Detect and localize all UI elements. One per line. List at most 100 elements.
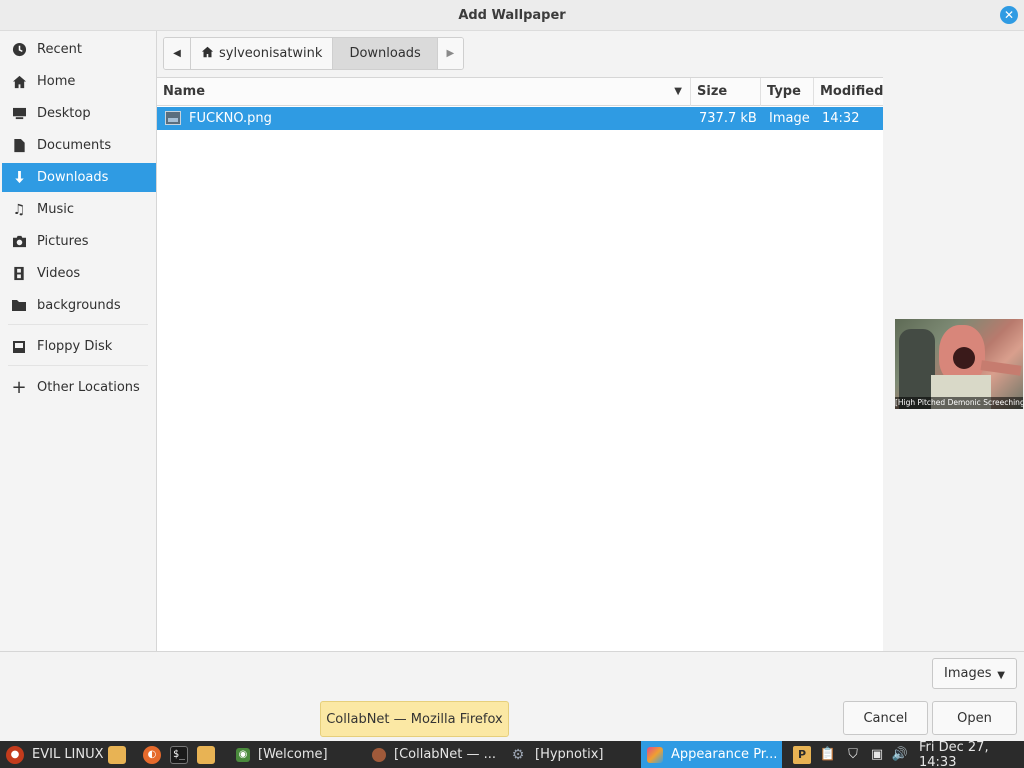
sidebar-item-label: Documents (37, 138, 112, 153)
sidebar-item-videos[interactable]: Videos (2, 259, 156, 288)
appearance-icon (647, 746, 663, 763)
column-header-modified[interactable]: Modified (814, 78, 883, 106)
sidebar-item-label: Videos (37, 266, 81, 281)
places-sidebar: Recent Home Desktop Documents Downloads … (0, 31, 157, 651)
notification-icon: ▣ (870, 747, 884, 762)
launcher-terminal[interactable]: $_ (170, 741, 188, 768)
chevron-left-icon: ◀ (173, 48, 181, 59)
file-type-filter[interactable]: Images ▼ (932, 658, 1017, 689)
sidebar-item-label: Desktop (37, 106, 91, 121)
sidebar-separator (8, 324, 148, 325)
taskbar-task-appearance[interactable]: Appearance Pr... (641, 741, 782, 768)
sidebar-item-downloads[interactable]: Downloads (2, 163, 156, 192)
chevron-down-icon: ▼ (997, 670, 1005, 681)
download-icon (10, 170, 28, 186)
path-segment-current[interactable]: Downloads (332, 38, 437, 69)
image-file-icon (165, 111, 181, 125)
tray-clock[interactable]: Fri Dec 27, 14:33 (919, 739, 1024, 768)
tray-p-icon[interactable]: P (793, 741, 811, 768)
sidebar-item-label: Pictures (37, 234, 89, 249)
launcher-folder[interactable] (108, 741, 126, 768)
column-header-size[interactable]: Size (691, 78, 761, 106)
dialog-title: Add Wallpaper (458, 8, 566, 23)
file-list[interactable]: Name ▼ Size Type Modified FUCKNO.png 737… (157, 77, 883, 651)
sidebar-item-recent[interactable]: Recent (2, 35, 156, 64)
file-size: 737.7 kB (699, 111, 757, 126)
close-icon: ✕ (1003, 8, 1015, 22)
home-icon (10, 74, 28, 90)
firefox-icon: ◐ (143, 745, 161, 764)
sidebar-item-desktop[interactable]: Desktop (2, 99, 156, 128)
column-header-type[interactable]: Type (761, 78, 814, 106)
volume-icon: 🔊 (891, 747, 909, 762)
filter-selected-value: Images (944, 666, 992, 681)
desktop-icon (10, 106, 28, 122)
sidebar-item-label: Recent (37, 42, 82, 57)
sidebar-separator (8, 365, 148, 366)
path-forward-button[interactable]: ▶ (436, 38, 463, 69)
folder-icon (197, 745, 215, 764)
tray-clipboard[interactable]: 📋 (819, 741, 837, 768)
path-segment-label: Downloads (349, 46, 421, 61)
sidebar-item-music[interactable]: ♫ Music (2, 195, 156, 224)
folder-icon (108, 745, 126, 764)
dialog-action-area: Images ▼ Cancel Open (0, 651, 1024, 741)
tray-volume[interactable]: 🔊 (891, 741, 909, 768)
plus-icon: + (11, 377, 27, 398)
tray-notifications[interactable]: ▣ (868, 741, 886, 768)
tray-shield[interactable]: ⛉ (844, 741, 862, 768)
welcome-app-icon: ◉ (236, 747, 250, 762)
open-button[interactable]: Open (932, 701, 1017, 735)
preview-caption: [High Pitched Demonic Screeching] (895, 397, 1023, 409)
taskbar-task-collabnet[interactable]: [CollabNet — ... (366, 741, 499, 768)
image-preview: [High Pitched Demonic Screeching] (895, 319, 1023, 409)
dialog-titlebar: Add Wallpaper ✕ (0, 0, 1024, 31)
sidebar-item-label: Other Locations (37, 380, 140, 395)
clipboard-icon: 📋 (819, 747, 837, 762)
distro-logo-icon: ● (6, 745, 24, 764)
gear-icon: ⚙ (511, 746, 525, 763)
folder-icon (10, 298, 28, 314)
taskbar-task-welcome[interactable]: ◉ [Welcome] (230, 741, 360, 768)
film-icon (10, 266, 28, 282)
path-back-button[interactable]: ◀ (164, 38, 190, 69)
taskbar-task-hypnotix[interactable]: ⚙ [Hypnotix] (503, 741, 637, 768)
path-bar: ◀ sylveonisatwink Downloads ▶ (163, 37, 464, 70)
column-header-name[interactable]: Name ▼ (157, 78, 691, 106)
camera-icon (10, 234, 28, 250)
launcher-firefox[interactable]: ◐ (143, 741, 161, 768)
firefox-icon (372, 747, 386, 762)
menu-label: EVIL LINUX (32, 747, 104, 762)
home-icon (201, 46, 214, 62)
file-type: Image (769, 111, 810, 126)
sidebar-item-label: Home (37, 74, 76, 89)
sidebar-item-home[interactable]: Home (2, 67, 156, 96)
chevron-right-icon: ▶ (446, 48, 455, 59)
parking-icon: P (793, 745, 811, 764)
sidebar-item-label: Downloads (37, 170, 109, 185)
sidebar-item-documents[interactable]: Documents (2, 131, 156, 160)
table-row[interactable]: FUCKNO.png 737.7 kB Image 14:32 (157, 107, 883, 130)
document-icon (10, 138, 28, 154)
sort-descending-icon: ▼ (674, 86, 682, 97)
floppy-icon (10, 339, 28, 355)
sidebar-item-other-locations[interactable]: + Other Locations (2, 373, 156, 402)
column-header-row: Name ▼ Size Type Modified (157, 78, 883, 106)
close-button[interactable]: ✕ (1000, 6, 1018, 24)
file-name: FUCKNO.png (189, 111, 272, 126)
sidebar-item-pictures[interactable]: Pictures (2, 227, 156, 256)
sidebar-item-backgrounds[interactable]: backgrounds (2, 291, 156, 320)
cancel-button[interactable]: Cancel (843, 701, 928, 735)
clock-icon (10, 42, 28, 58)
taskbar: ● EVIL LINUX ◐ $_ ◉ [Welcome] [CollabNet… (0, 739, 1024, 768)
terminal-icon: $_ (170, 745, 188, 764)
clock-text: Fri Dec 27, 14:33 (919, 739, 989, 768)
launcher-files[interactable] (197, 741, 215, 768)
sidebar-item-label: backgrounds (37, 298, 121, 313)
sidebar-item-label: Music (37, 202, 74, 217)
shield-icon: ⛉ (848, 747, 858, 762)
sidebar-item-floppy-disk[interactable]: Floppy Disk (2, 332, 156, 361)
path-segment-home[interactable]: sylveonisatwink (190, 38, 332, 69)
file-modified: 14:32 (822, 111, 860, 126)
menu-button[interactable]: ● EVIL LINUX (6, 741, 104, 768)
